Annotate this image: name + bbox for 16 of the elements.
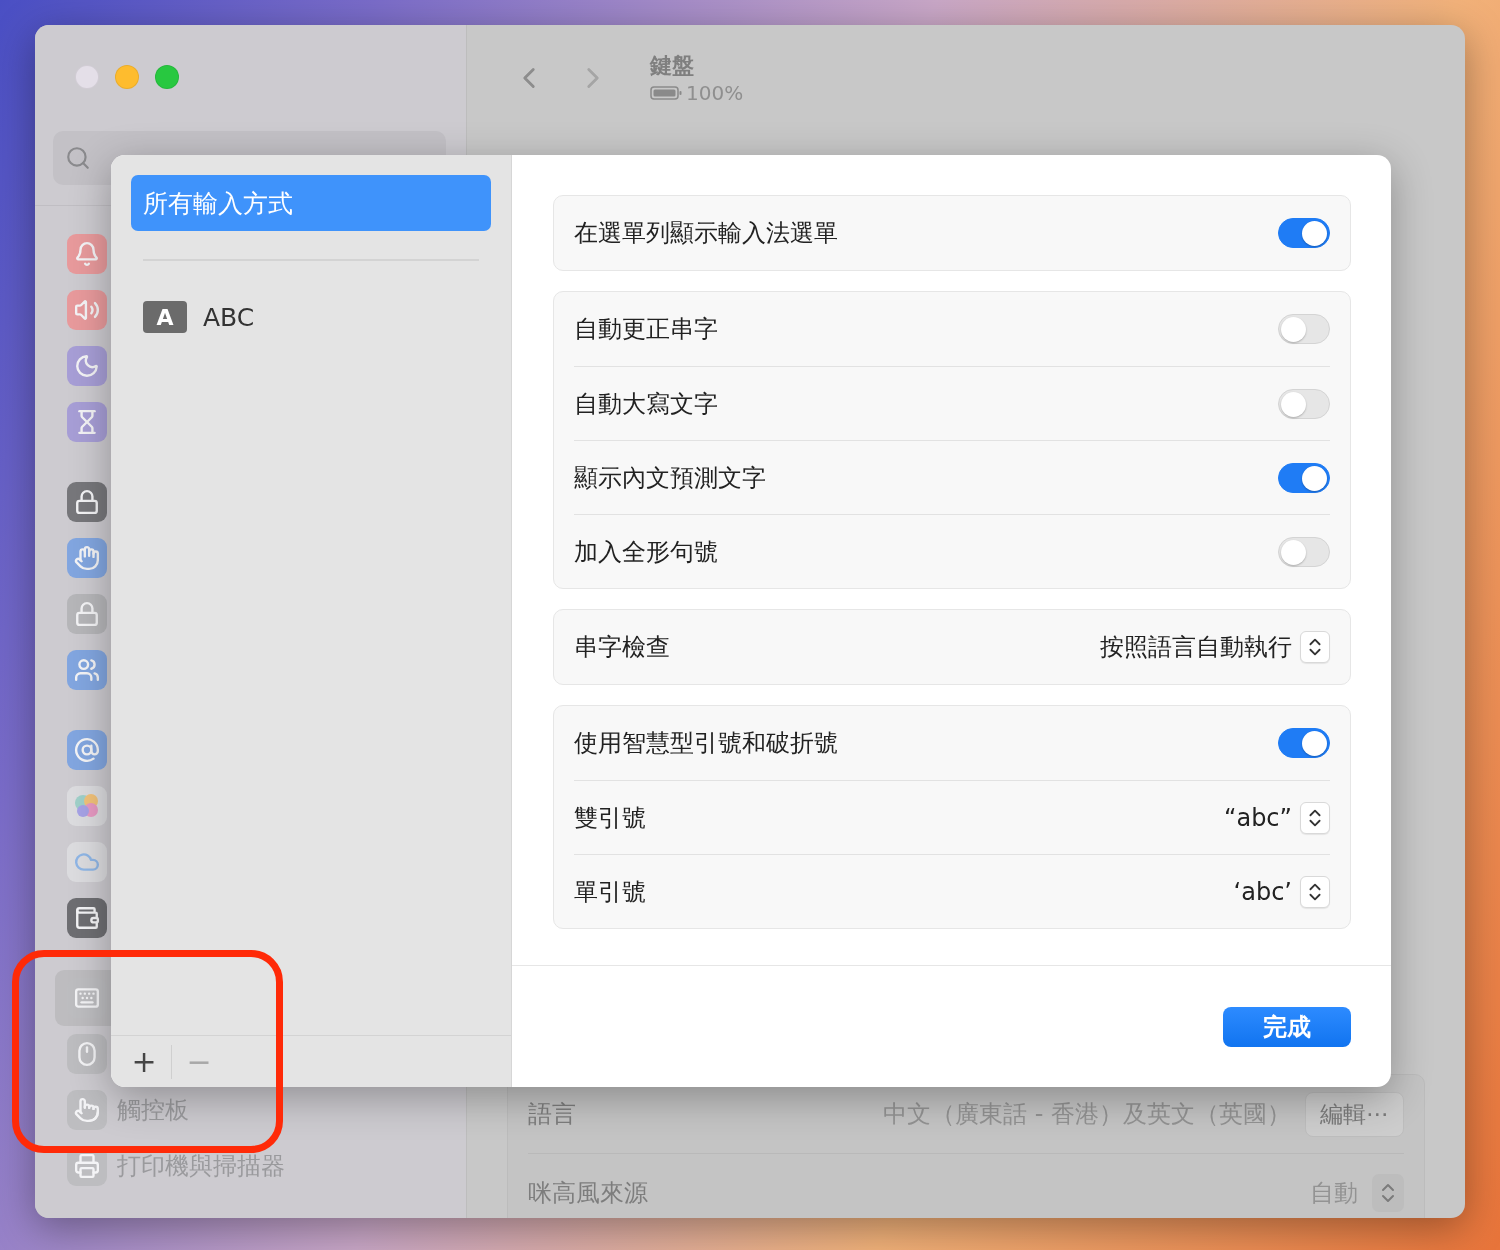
setting-label: 在選單列顯示輸入法選單 [574,218,838,249]
setting-label: 單引號 [574,876,646,908]
setting-label: 加入全形句號 [574,536,718,568]
page-title: 鍵盤 [650,51,695,80]
setting-label: 自動大寫文字 [574,388,718,420]
input-source-badge: A [143,301,187,333]
setting-label: 串字檢查 [574,632,670,663]
input-source-label: 所有輸入方式 [143,187,293,220]
setting-label: 使用智慧型引號和破折號 [574,728,838,759]
setting-label: 咪高風來源 [528,1177,648,1209]
setting-label: 雙引號 [574,802,646,834]
setting-label: 顯示內文預測文字 [574,462,766,494]
setting-label: 自動更正串字 [574,314,718,345]
input-source-label: ABC [203,302,255,332]
setting-label: 語言 [528,1099,576,1130]
battery-percentage: 100% [686,80,744,105]
